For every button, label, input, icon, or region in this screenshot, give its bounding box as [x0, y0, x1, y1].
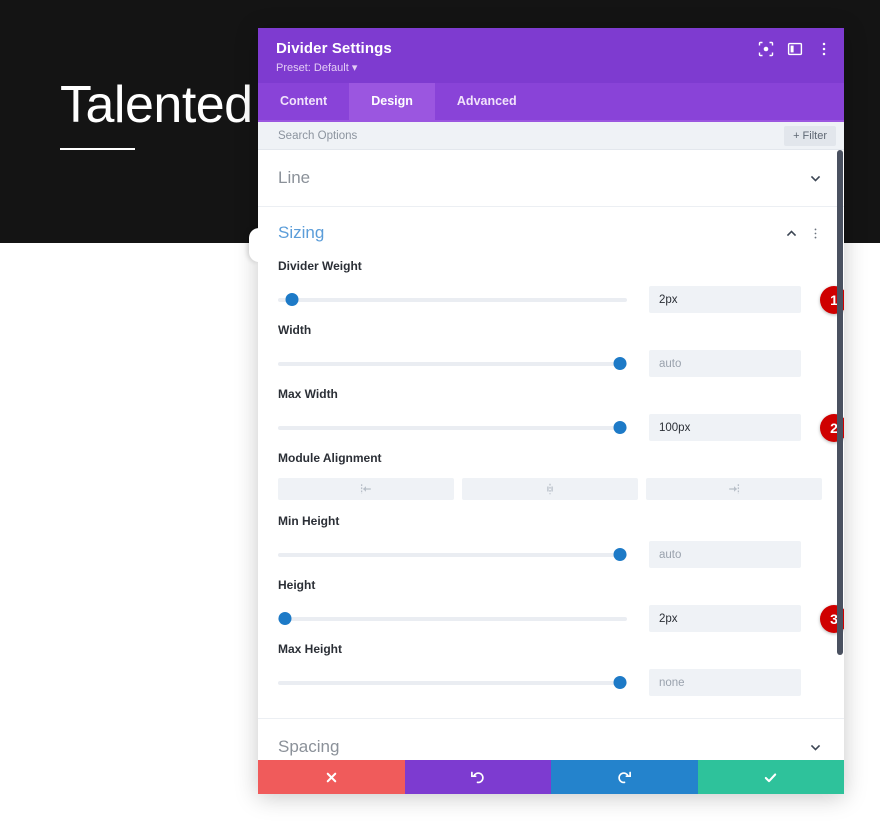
slider-knob[interactable] [613, 357, 627, 370]
slider-track [278, 552, 627, 557]
max-width-input[interactable] [649, 414, 801, 441]
preset-selector[interactable]: Preset: Default ▾ [276, 61, 828, 74]
slider-knob[interactable] [285, 293, 299, 306]
section-spacing[interactable]: Spacing [258, 719, 844, 760]
modal-header-icons [758, 41, 832, 57]
divider-settings-modal: Divider Settings Preset: Default ▾ Conte… [249, 28, 844, 794]
width-slider[interactable] [278, 357, 627, 371]
field-label: Module Alignment [278, 451, 382, 465]
redo-button[interactable] [551, 760, 698, 794]
align-center-button[interactable] [462, 478, 638, 500]
slider-knob[interactable] [613, 421, 627, 434]
slider-knob[interactable] [613, 676, 627, 689]
section-line-title: Line [278, 168, 311, 187]
field-label: Min Height [278, 514, 340, 528]
min-height-slider[interactable] [278, 548, 627, 562]
field-max-height: Max Height [278, 642, 822, 696]
filter-button[interactable]: + Filter [784, 125, 836, 146]
layout-panel-icon[interactable] [787, 41, 803, 57]
field-label: Divider Weight [278, 259, 362, 273]
field-max-width: Max Width 2 [278, 387, 844, 442]
field-label: Max Width [278, 387, 338, 401]
field-module-alignment: Module Alignment [278, 451, 822, 500]
width-input[interactable] [649, 350, 801, 377]
check-icon [765, 772, 777, 782]
max-height-input[interactable] [649, 669, 801, 696]
slider-track [278, 361, 627, 366]
slider-track [278, 297, 627, 302]
tab-design[interactable]: Design [349, 83, 435, 120]
close-button[interactable] [258, 760, 405, 794]
slider-track [278, 425, 627, 430]
field-label: Height [278, 578, 316, 592]
hero-divider [60, 148, 135, 150]
field-width: Width [278, 323, 822, 377]
height-slider[interactable] [278, 612, 627, 626]
field-min-height: Min Height [278, 514, 822, 568]
section-sizing-title: Sizing [278, 223, 325, 242]
x-icon [326, 772, 337, 782]
field-label: Max Height [278, 642, 343, 656]
section-sizing: Sizing Divider Weight 2px 1 Width auto M… [258, 207, 844, 719]
settings-scrollbar[interactable] [836, 150, 844, 760]
align-right-icon [729, 484, 740, 494]
target-icon[interactable] [758, 41, 774, 57]
save-button[interactable] [697, 760, 844, 794]
min-height-input[interactable] [649, 541, 801, 568]
align-left-icon [360, 484, 371, 494]
modal-footer [258, 760, 844, 794]
modal-tabs: Content Design Advanced [258, 83, 844, 122]
slider-track [278, 680, 627, 685]
height-input[interactable] [649, 605, 801, 632]
section-spacing-title: Spacing [278, 737, 340, 756]
modal-title: Divider Settings [276, 40, 392, 57]
max-width-slider[interactable] [278, 421, 627, 435]
tab-advanced[interactable]: Advanced [435, 83, 539, 120]
tab-content[interactable]: Content [258, 83, 349, 120]
settings-scroll-area: Line Sizing Divider Weight 2px 1 Width a… [258, 150, 844, 760]
slider-knob[interactable] [613, 548, 627, 561]
slider-knob[interactable] [278, 612, 292, 625]
section-sizing-controls [785, 227, 822, 240]
field-label: Width [278, 323, 312, 337]
scrollbar-thumb[interactable] [837, 150, 843, 655]
redo-icon [618, 771, 631, 783]
search-input[interactable] [278, 129, 785, 142]
undo-button[interactable] [404, 760, 551, 794]
align-right-button[interactable] [646, 478, 822, 500]
section-sizing-header[interactable]: Sizing [278, 223, 822, 243]
module-alignment-group [278, 478, 822, 500]
align-left-button[interactable] [278, 478, 454, 500]
chevron-down-icon [809, 741, 822, 754]
slider-track [278, 616, 627, 621]
modal-header: Divider Settings Preset: Default ▾ [258, 28, 844, 83]
align-center-icon [547, 483, 553, 495]
field-height: Height 3 [278, 578, 844, 633]
divider-weight-input[interactable] [649, 286, 801, 313]
section-line[interactable]: Line [258, 150, 844, 207]
vertical-dots-icon[interactable] [816, 41, 832, 57]
chevron-up-icon[interactable] [785, 227, 798, 240]
undo-icon [471, 771, 484, 783]
max-height-slider[interactable] [278, 676, 627, 690]
vertical-dots-icon[interactable] [809, 227, 822, 240]
divider-weight-slider[interactable] [278, 293, 627, 307]
field-divider-weight: Divider Weight 1 [278, 259, 844, 314]
search-options-bar: + Filter [258, 122, 844, 150]
chevron-down-icon [809, 172, 822, 185]
